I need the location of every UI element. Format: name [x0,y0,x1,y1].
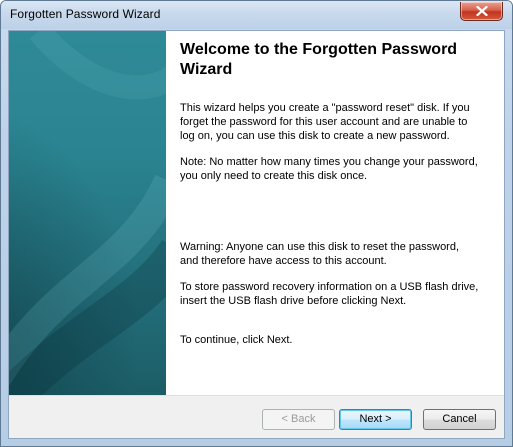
wizard-side-banner [9,31,166,395]
warning-text: Warning: Anyone can use this disk to res… [180,241,460,267]
wizard-button-bar: < Back Next > Cancel [9,395,504,438]
title-bar[interactable]: Forgotten Password Wizard [1,1,512,29]
next-button[interactable]: Next > [339,409,412,430]
page-title: Welcome to the Forgotten Password Wizard [180,41,458,78]
close-icon [476,6,488,16]
continue-text: To continue, click Next. [180,334,293,346]
wizard-client-area: Welcome to the Forgotten Password Wizard… [8,30,505,439]
wizard-content: Welcome to the Forgotten Password Wizard… [180,31,498,395]
banner-swirl-graphic [9,31,166,395]
note-text: Note: No matter how many times you chang… [180,156,478,182]
back-button[interactable]: < Back [262,409,335,430]
cancel-button[interactable]: Cancel [423,409,496,430]
wizard-window: Forgotten Password Wizard Welcome to the… [0,0,513,447]
window-title: Forgotten Password Wizard [10,7,161,21]
intro-text: This wizard helps you create a "password… [180,102,470,142]
usb-instruction-text: To store password recovery information o… [180,281,479,307]
close-button[interactable] [460,2,503,21]
